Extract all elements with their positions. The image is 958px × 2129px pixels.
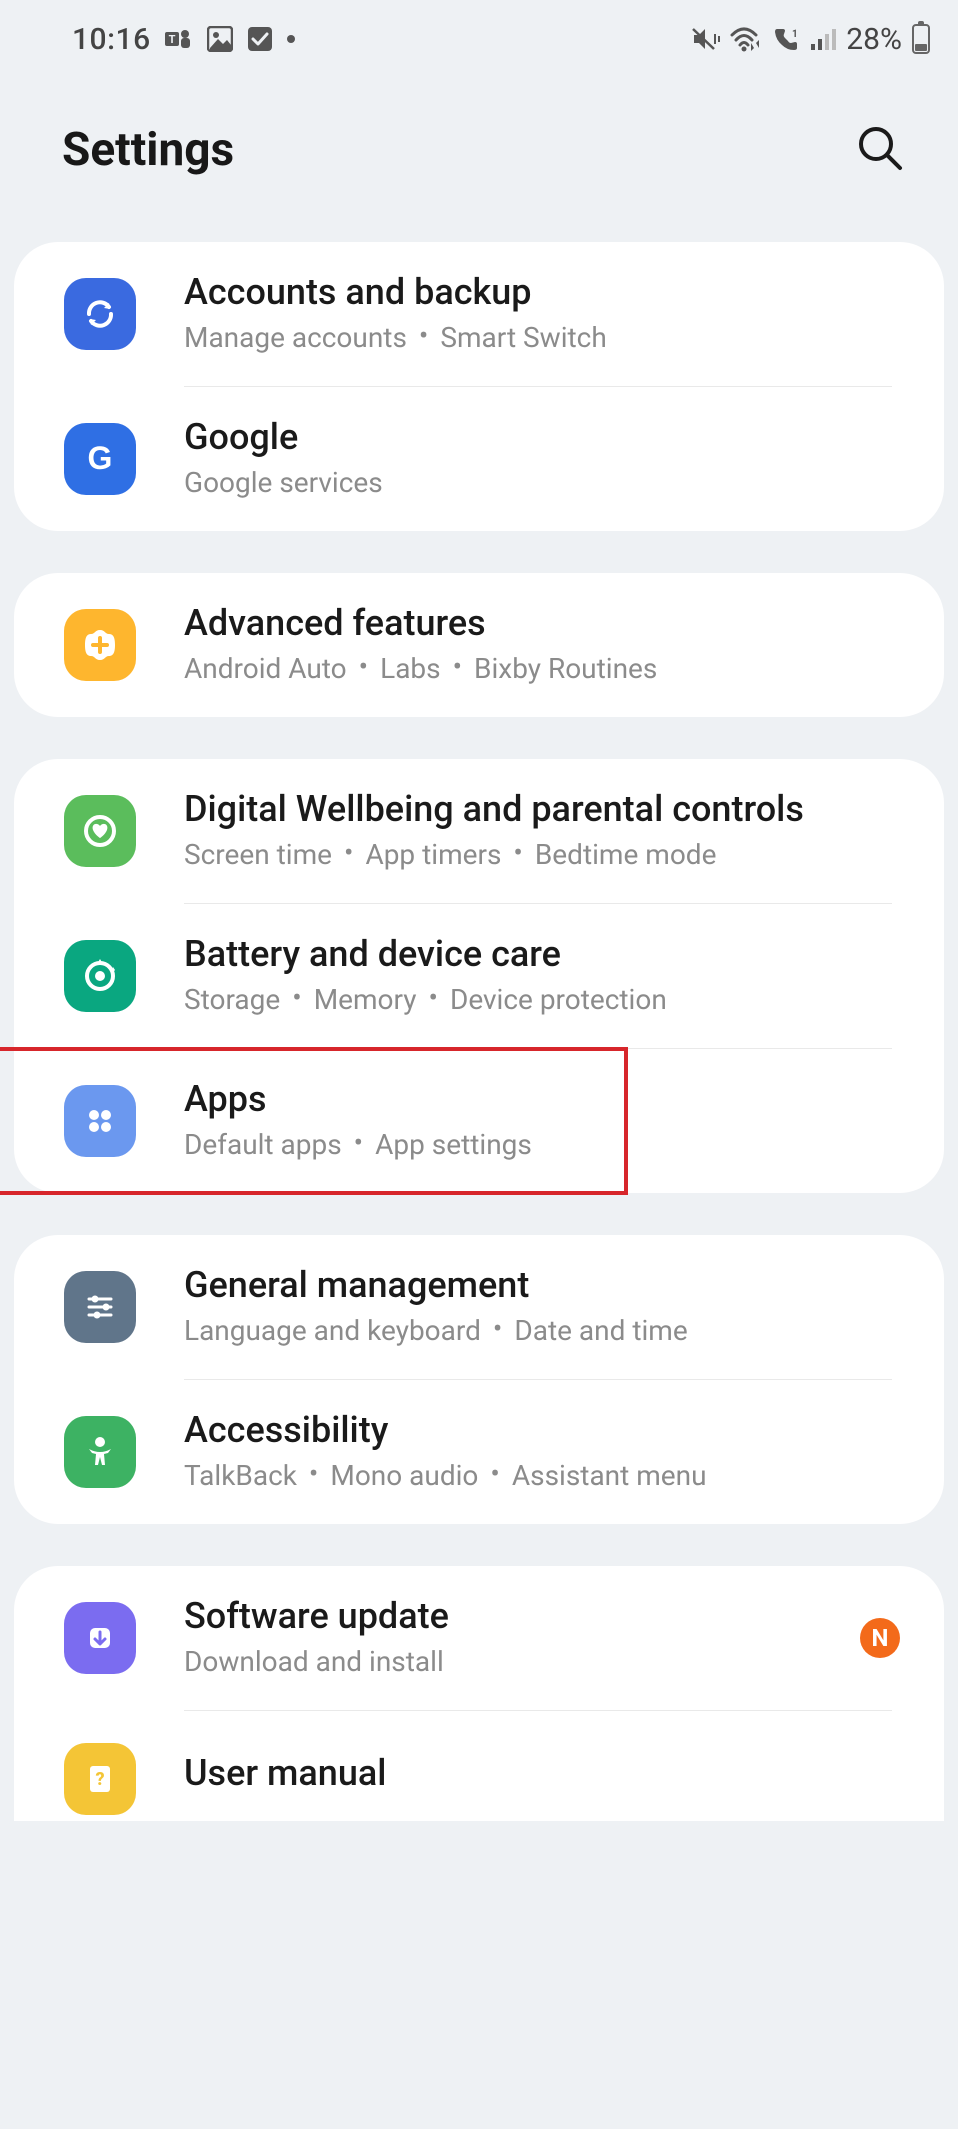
update-badge: N — [860, 1618, 900, 1658]
row-subtitle: Download and install — [184, 1642, 848, 1683]
row-subtitle: Android Auto•Labs•Bixby Routines — [184, 649, 900, 690]
settings-row-digital-wellbeing[interactable]: Digital Wellbeing and parental controls … — [14, 759, 944, 903]
status-right: 1 28% — [690, 22, 930, 57]
wellbeing-icon — [64, 795, 136, 867]
page-title: Settings — [62, 123, 234, 177]
svg-text:?: ? — [95, 1769, 104, 1790]
picture-icon — [207, 26, 233, 52]
row-text: Apps Default apps•App settings — [184, 1076, 900, 1165]
settings-row-user-manual[interactable]: ? User manual — [14, 1711, 944, 1821]
notification-dot-icon — [287, 35, 295, 43]
row-subtitle: Manage accounts•Smart Switch — [184, 318, 900, 359]
row-title: Battery and device care — [184, 931, 900, 978]
settings-group: General management Language and keyboard… — [14, 1235, 944, 1524]
row-text: Accessibility TalkBack•Mono audio•Assist… — [184, 1407, 900, 1496]
settings-row-google[interactable]: G Google Google services — [14, 387, 944, 531]
row-subtitle: Language and keyboard•Date and time — [184, 1311, 900, 1352]
row-text: Battery and device care Storage•Memory•D… — [184, 931, 900, 1020]
svg-text:1: 1 — [792, 29, 798, 40]
apps-icon — [64, 1085, 136, 1157]
svg-text:T: T — [168, 33, 175, 46]
manual-icon: ? — [64, 1743, 136, 1815]
settings-row-software-update[interactable]: Software update Download and install N — [14, 1566, 944, 1710]
row-title: Accounts and backup — [184, 269, 900, 316]
battery-percentage: 28% — [846, 22, 902, 57]
row-title: Digital Wellbeing and parental controls — [184, 786, 900, 833]
settings-group: Digital Wellbeing and parental controls … — [14, 759, 944, 1193]
settings-group: Software update Download and install N ?… — [14, 1566, 944, 1821]
row-subtitle: TalkBack•Mono audio•Assistant menu — [184, 1456, 900, 1497]
row-title: Accessibility — [184, 1407, 900, 1454]
row-title: Advanced features — [184, 600, 900, 647]
device-care-icon — [64, 940, 136, 1012]
row-title: Software update — [184, 1593, 848, 1640]
badge-n-icon: N — [860, 1618, 900, 1658]
accessibility-icon — [64, 1416, 136, 1488]
search-button[interactable] — [854, 122, 906, 178]
checkbox-icon — [247, 26, 273, 52]
row-text: Digital Wellbeing and parental controls … — [184, 786, 900, 875]
sync-icon — [64, 278, 136, 350]
settings-row-accounts[interactable]: Accounts and backup Manage accounts•Smar… — [14, 242, 944, 386]
row-subtitle: Screen time•App timers•Bedtime mode — [184, 835, 900, 876]
row-text: General management Language and keyboard… — [184, 1262, 900, 1351]
status-bar: 10:16 T 1 28% — [0, 0, 958, 78]
row-subtitle: Google services — [184, 463, 900, 504]
row-title: User manual — [184, 1750, 900, 1797]
row-subtitle — [184, 1798, 900, 1808]
settings-row-general[interactable]: General management Language and keyboard… — [14, 1235, 944, 1379]
status-time: 10:16 — [72, 22, 151, 57]
row-title: Google — [184, 414, 900, 461]
search-icon — [854, 122, 906, 174]
wifi-icon — [730, 26, 762, 52]
mute-vibrate-icon — [690, 26, 720, 52]
status-left: 10:16 T — [72, 22, 295, 57]
battery-icon — [912, 24, 930, 54]
settings-row-apps[interactable]: Apps Default apps•App settings — [14, 1049, 944, 1193]
plus-badge-icon — [64, 609, 136, 681]
settings-row-battery[interactable]: Battery and device care Storage•Memory•D… — [14, 904, 944, 1048]
row-text: Software update Download and install — [184, 1593, 848, 1682]
sliders-icon — [64, 1271, 136, 1343]
google-icon: G — [64, 423, 136, 495]
update-icon — [64, 1602, 136, 1674]
wifi-calling-icon: 1 — [772, 26, 800, 52]
row-text: Accounts and backup Manage accounts•Smar… — [184, 269, 900, 358]
page-header: Settings — [0, 78, 958, 242]
signal-icon — [810, 26, 836, 52]
row-text: Google Google services — [184, 414, 900, 503]
row-title: Apps — [184, 1076, 900, 1123]
svg-text:G: G — [88, 440, 113, 476]
settings-row-advanced[interactable]: Advanced features Android Auto•Labs•Bixb… — [14, 573, 944, 717]
row-subtitle: Storage•Memory•Device protection — [184, 980, 900, 1021]
teams-icon: T — [165, 26, 193, 52]
row-text: Advanced features Android Auto•Labs•Bixb… — [184, 600, 900, 689]
row-text: User manual — [184, 1750, 900, 1809]
settings-group: Accounts and backup Manage accounts•Smar… — [14, 242, 944, 531]
settings-group: Advanced features Android Auto•Labs•Bixb… — [14, 573, 944, 717]
row-title: General management — [184, 1262, 900, 1309]
row-subtitle: Default apps•App settings — [184, 1125, 900, 1166]
settings-row-accessibility[interactable]: Accessibility TalkBack•Mono audio•Assist… — [14, 1380, 944, 1524]
